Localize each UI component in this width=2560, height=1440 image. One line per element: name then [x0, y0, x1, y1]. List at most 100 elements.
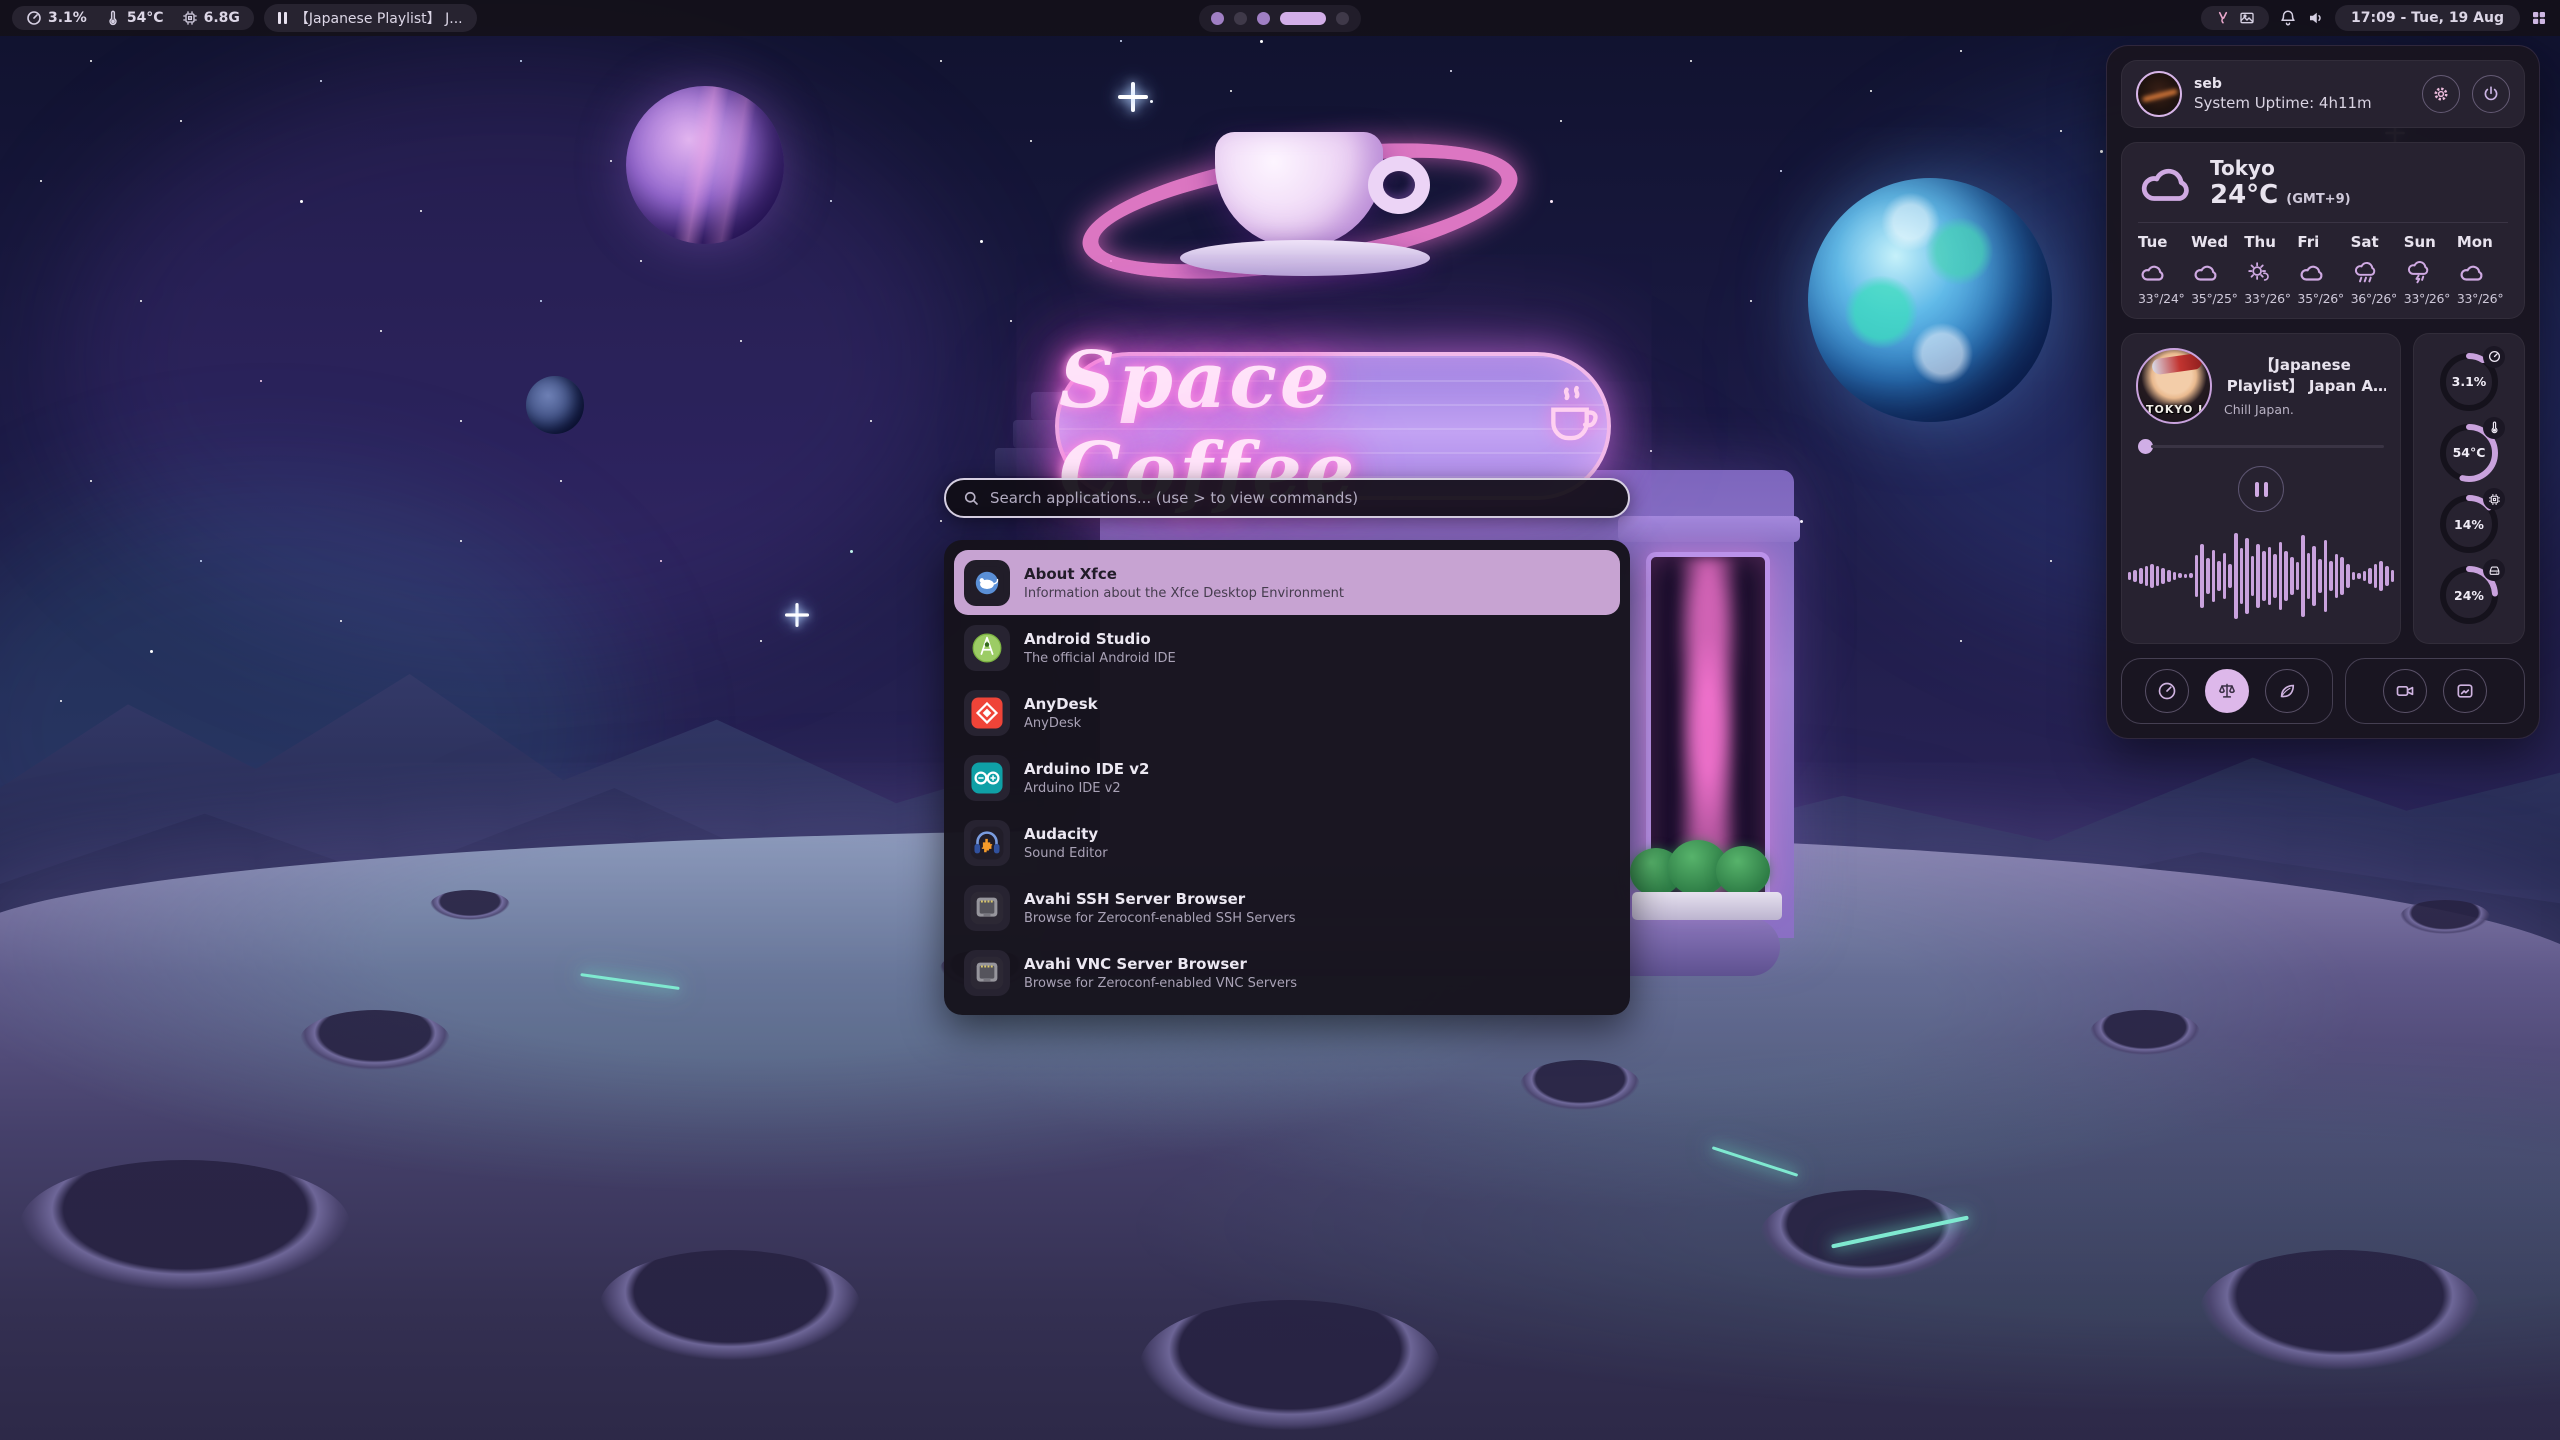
audio-visualizer: [2136, 518, 2386, 633]
avahi-app-icon: [964, 950, 1010, 996]
launcher-result-row[interactable]: Avahi VNC Server BrowserBrowse for Zeroc…: [954, 940, 1620, 1005]
forecast-temps: 35°/25°: [2191, 291, 2242, 306]
forecast-day-label: Wed: [2191, 233, 2242, 251]
now-playing-label: 【Japanese Playlist】 J...: [295, 8, 463, 28]
app-name: Audacity: [1024, 825, 1108, 843]
system-monitor-widget: 3.1% 54°C 14% 24%: [2413, 333, 2525, 644]
seek-bar[interactable]: [2138, 438, 2384, 454]
seek-track[interactable]: [2151, 445, 2384, 448]
forecast-temps: 33°/26°: [2457, 291, 2508, 306]
workspace-dot-5[interactable]: [1336, 12, 1349, 25]
screen-record-button[interactable]: [2383, 669, 2427, 713]
anydesk-app-icon: [964, 690, 1010, 736]
search-input[interactable]: [990, 489, 1612, 507]
search-icon: [962, 489, 980, 507]
system-uptime: System Uptime: 4h11m: [2194, 94, 2410, 112]
forecast-temps: 33°/24°: [2138, 291, 2189, 306]
rain-icon: [2351, 259, 2381, 285]
avatar: [2136, 71, 2182, 117]
performance-profile-button[interactable]: [2145, 669, 2189, 713]
power-icon: [2482, 85, 2500, 103]
settings-button[interactable]: [2422, 75, 2460, 113]
chip-gauge: 14%: [2437, 492, 2501, 556]
album-art-label: TOKYO L: [2138, 403, 2210, 416]
weather-widget: Tokyo 24°C (GMT+9) Tue33°/24°Wed35°/25°T…: [2121, 142, 2525, 319]
weather-city: Tokyo: [2210, 157, 2351, 180]
cloud-icon: [2191, 259, 2221, 285]
photo-icon[interactable]: [2239, 10, 2255, 26]
volume-icon[interactable]: [2307, 9, 2325, 27]
app-launcher: About XfceInformation about the Xfce Des…: [944, 478, 1630, 1015]
clock-label: 17:09 - Tue, 19 Aug: [2351, 10, 2504, 26]
notifications-bell-icon[interactable]: [2279, 9, 2297, 27]
balanced-profile-button[interactable]: [2205, 669, 2249, 713]
launcher-result-row[interactable]: Audacity Sound Editor: [954, 810, 1620, 875]
sun-cloud-icon: [2244, 259, 2274, 285]
divider: [2138, 222, 2508, 223]
app-description: Arduino IDE v2: [1024, 781, 1150, 796]
workspace-dot-3[interactable]: [1257, 12, 1270, 25]
thermometer-icon: [2483, 417, 2505, 439]
launcher-result-row[interactable]: Avahi SSH Server BrowserBrowse for Zeroc…: [954, 875, 1620, 940]
plant: [1716, 846, 1770, 896]
workspace-dot-4[interactable]: [1280, 12, 1326, 25]
leaf-icon: [2277, 681, 2297, 701]
forecast-day: Mon33°/26°: [2457, 233, 2508, 306]
system-stats-widget[interactable]: 3.1% 54°C 6.8G: [12, 6, 254, 30]
app-description: AnyDesk: [1024, 716, 1098, 731]
app-grid-icon[interactable]: [2530, 9, 2548, 27]
workspace-dot-1[interactable]: [1211, 12, 1224, 25]
launcher-result-row[interactable]: Arduino IDE v2 Arduino IDE v2: [954, 745, 1620, 810]
forecast-day-label: Thu: [2244, 233, 2295, 251]
search-bar[interactable]: [944, 478, 1630, 518]
thermometer-gauge: 54°C: [2437, 421, 2501, 485]
pause-button[interactable]: [2238, 466, 2284, 512]
chip-icon: [2483, 488, 2505, 510]
arduino-app-icon: [964, 755, 1010, 801]
launcher-result-row[interactable]: AnyDeskAnyDesk: [954, 680, 1620, 745]
disk-icon: [2483, 559, 2505, 581]
disk-gauge: 24%: [2437, 563, 2501, 627]
forecast-day-label: Fri: [2297, 233, 2348, 251]
workspace-dot-2[interactable]: [1234, 12, 1247, 25]
app-description: Sound Editor: [1024, 846, 1108, 861]
gauge-gauge: 3.1%: [2437, 350, 2501, 414]
forecast-day: Sun33°/26°: [2404, 233, 2455, 306]
tray-app-icon[interactable]: [2215, 10, 2231, 26]
now-playing-widget[interactable]: 【Japanese Playlist】 J...: [264, 4, 477, 32]
search-results: About XfceInformation about the Xfce Des…: [944, 540, 1630, 1015]
screenshot-button[interactable]: [2443, 669, 2487, 713]
cpu-usage-value: 3.1%: [48, 10, 87, 26]
storm-icon: [2404, 259, 2434, 285]
weather-forecast: Tue 33°/24° Wed 35°/25° Thu 33°/26° Fri 35°/26°…: [2138, 233, 2508, 306]
app-name: Arduino IDE v2: [1024, 760, 1150, 778]
forecast-day: Sat 36°/26°: [2351, 233, 2402, 306]
forecast-temps: 33°/26°: [2404, 291, 2455, 306]
system-tray[interactable]: [2201, 6, 2269, 30]
launcher-result-row[interactable]: About XfceInformation about the Xfce Des…: [954, 550, 1620, 615]
album-art: TOKYO L: [2136, 348, 2212, 424]
workspace-switcher[interactable]: [1199, 5, 1361, 32]
powersave-profile-button[interactable]: [2265, 669, 2309, 713]
forecast-day: Tue 33°/24°: [2138, 233, 2189, 306]
gauge-icon: [2483, 346, 2505, 368]
floating-coffee-cup: [1120, 80, 1480, 290]
forecast-temps: 36°/26°: [2351, 291, 2402, 306]
xfce-app-icon: [964, 560, 1010, 606]
app-description: Browse for Zeroconf-enabled VNC Servers: [1024, 976, 1297, 991]
launcher-result-row[interactable]: Android StudioThe official Android IDE: [954, 615, 1620, 680]
pause-icon: [278, 12, 287, 24]
chip-icon: [182, 10, 198, 26]
forecast-day-label: Sat: [2351, 233, 2402, 251]
avahi-app-icon: [964, 885, 1010, 931]
forecast-day-label: Tue: [2138, 233, 2189, 251]
scales-icon: [2217, 681, 2237, 701]
app-description: The official Android IDE: [1024, 651, 1176, 666]
forecast-temps: 35°/26°: [2297, 291, 2348, 306]
forecast-day: Fri 35°/26°: [2297, 233, 2348, 306]
memory-stat: 6.8G: [182, 10, 240, 26]
screenshot-icon: [2455, 681, 2475, 701]
cloud-icon: [2138, 259, 2168, 285]
clock[interactable]: 17:09 - Tue, 19 Aug: [2335, 5, 2520, 31]
power-button[interactable]: [2472, 75, 2510, 113]
